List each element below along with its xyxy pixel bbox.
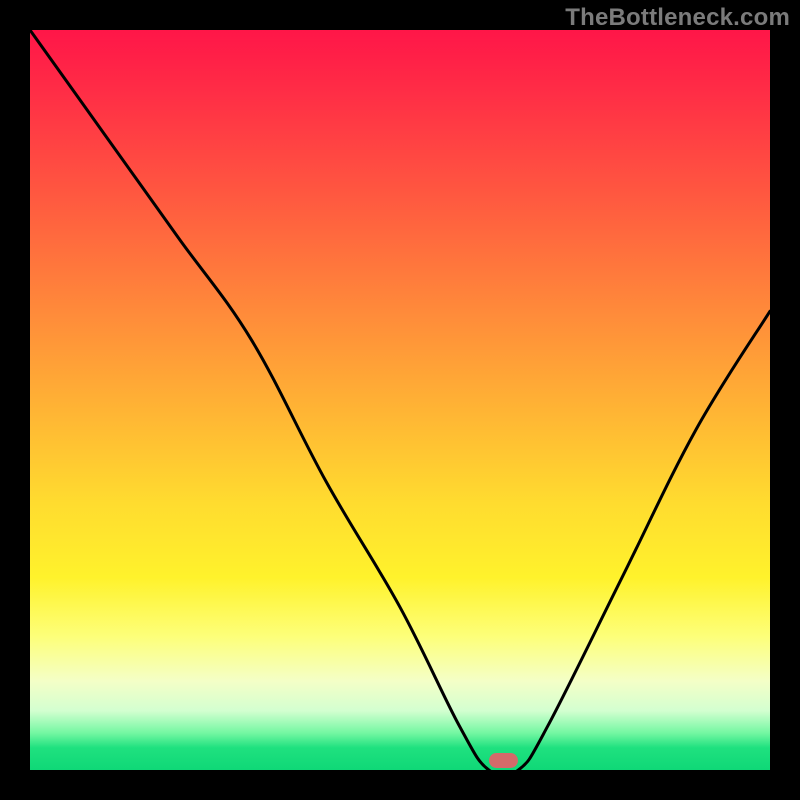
- watermark-text: TheBottleneck.com: [565, 4, 790, 32]
- plot-area: [30, 30, 770, 770]
- chart-frame: TheBottleneck.com: [0, 0, 800, 800]
- curve-path: [30, 30, 770, 770]
- bottleneck-curve: [30, 30, 770, 770]
- optimum-marker: [489, 753, 519, 768]
